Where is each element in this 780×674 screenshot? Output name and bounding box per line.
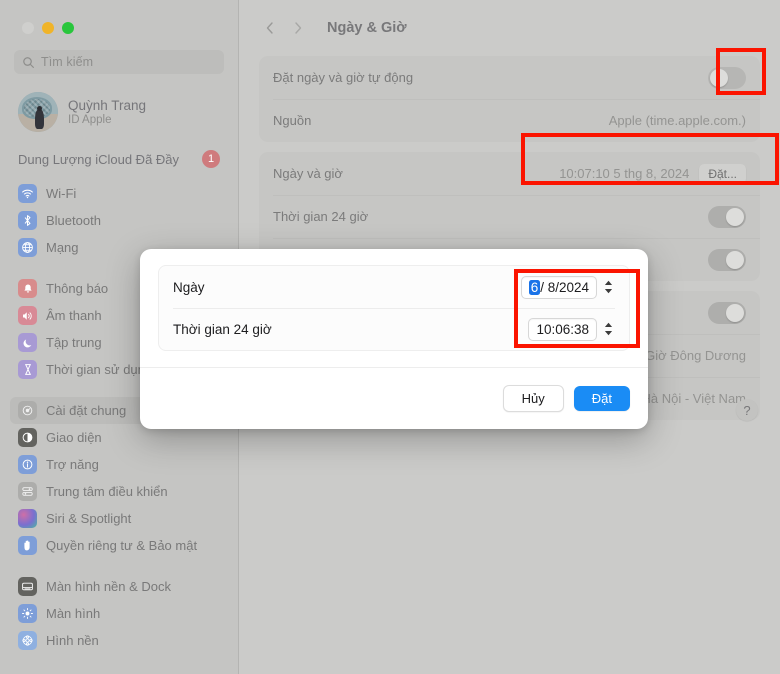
minimize-button[interactable] bbox=[42, 22, 54, 34]
row-date-and-time[interactable]: Ngày và giờ 10:07:10 5 thg 8, 2024 Đặt..… bbox=[259, 152, 760, 195]
privacy-hand-icon bbox=[18, 536, 37, 555]
auto-datetime-toggle[interactable] bbox=[708, 66, 746, 89]
gear-icon bbox=[18, 401, 37, 420]
lock-screen-24-hour-toggle[interactable] bbox=[708, 248, 746, 271]
close-button[interactable] bbox=[22, 22, 34, 34]
control-center-icon bbox=[18, 482, 37, 501]
sidebar-item-label: Siri & Spotlight bbox=[46, 511, 132, 526]
sidebar-item-wifi[interactable]: Wi-Fi bbox=[10, 180, 228, 207]
settings-card-auto-time: Đặt ngày và giờ tự động Nguồn Apple (tim… bbox=[259, 56, 760, 142]
timezone-name-value: Giờ Đông Dương bbox=[645, 348, 746, 363]
sidebar-item-control-center[interactable]: Trung tâm điều khiển bbox=[10, 478, 228, 505]
date-stepper[interactable]: 6/ 8/2024 bbox=[520, 275, 615, 299]
dialog-footer: Hủy Đặt bbox=[140, 367, 648, 429]
date-day-segment[interactable]: 6 bbox=[528, 279, 541, 295]
sidebar-item-label: Wi-Fi bbox=[46, 186, 77, 201]
wifi-icon bbox=[18, 184, 37, 203]
sidebar-item-label: Trung tâm điều khiển bbox=[46, 484, 168, 499]
system-settings-window: Tìm kiếm Quỳnh Trang ID Apple Dung Lượng… bbox=[0, 0, 780, 674]
time-value-segment[interactable]: 10:06:38 bbox=[536, 322, 589, 337]
sidebar-item-wallpaper[interactable]: Hình nền bbox=[10, 627, 228, 654]
moon-icon bbox=[18, 333, 37, 352]
cancel-button[interactable]: Hủy bbox=[502, 385, 564, 412]
account-name: Quỳnh Trang bbox=[68, 98, 147, 113]
siri-icon bbox=[18, 509, 37, 528]
time-source-value: Apple (time.apple.com.) bbox=[608, 113, 746, 128]
page-title: Ngày & Giờ bbox=[327, 20, 407, 36]
date-stepper-arrows[interactable] bbox=[602, 276, 615, 298]
row-label: Ngày và giờ bbox=[273, 166, 343, 181]
row-label: Thời gian 24 giờ bbox=[273, 209, 369, 224]
sidebar-item-label: Quyền riêng tư & Bảo mật bbox=[46, 538, 198, 553]
24-hour-time-toggle[interactable] bbox=[708, 205, 746, 228]
row-label: Nguồn bbox=[273, 113, 312, 128]
row-auto-datetime[interactable]: Đặt ngày và giờ tự động bbox=[259, 56, 760, 99]
network-globe-icon bbox=[18, 238, 37, 257]
sidebar-item-accessibility[interactable]: Trợ năng bbox=[10, 451, 228, 478]
sidebar-item-label: Cài đặt chung bbox=[46, 403, 127, 418]
dialog-row-date: Ngày 6/ 8/2024 bbox=[159, 266, 629, 308]
appearance-icon bbox=[18, 428, 37, 447]
date-rest-segment[interactable]: / 8/2024 bbox=[540, 280, 589, 295]
row-label: Đặt ngày và giờ tự động bbox=[273, 70, 414, 85]
zoom-button[interactable] bbox=[62, 22, 74, 34]
set-date-time-dialog: Ngày 6/ 8/2024 Thời gian 24 giờ 10:06:38 bbox=[140, 249, 648, 429]
sidebar-item-label: Bluetooth bbox=[46, 213, 101, 228]
search-icon bbox=[22, 56, 35, 69]
time-stepper[interactable]: 10:06:38 bbox=[528, 317, 615, 341]
row-time-source: Nguồn Apple (time.apple.com.) bbox=[259, 99, 760, 142]
row-24-hour-time[interactable]: Thời gian 24 giờ bbox=[259, 195, 760, 238]
dialog-row-time: Thời gian 24 giờ 10:06:38 bbox=[159, 308, 629, 350]
sidebar-group-desktop: Màn hình nền & Dock Màn hình Hình nền bbox=[0, 573, 238, 654]
account-row[interactable]: Quỳnh Trang ID Apple bbox=[14, 88, 224, 136]
sidebar-item-siri-spotlight[interactable]: Siri & Spotlight bbox=[10, 505, 228, 532]
account-subtitle: ID Apple bbox=[68, 114, 112, 126]
confirm-set-button[interactable]: Đặt bbox=[573, 386, 630, 411]
bluetooth-icon bbox=[18, 211, 37, 230]
sidebar-item-label: Hình nền bbox=[46, 633, 99, 648]
main-toolbar: Ngày & Giờ bbox=[239, 0, 780, 56]
search-input[interactable]: Tìm kiếm bbox=[14, 50, 224, 74]
bell-icon bbox=[18, 279, 37, 298]
dialog-date-label: Ngày bbox=[173, 279, 205, 295]
dialog-time-label: Thời gian 24 giờ bbox=[173, 321, 272, 337]
window-traffic-lights bbox=[0, 0, 238, 34]
sidebar-item-label: Màn hình bbox=[46, 606, 101, 621]
date-input[interactable]: 6/ 8/2024 bbox=[520, 275, 597, 299]
chevron-right-icon[interactable] bbox=[287, 17, 309, 39]
avatar bbox=[18, 92, 58, 132]
sidebar-item-label: Thời gian sử dụng bbox=[46, 362, 153, 377]
timezone-location-value: Hà Nội - Việt Nam bbox=[641, 391, 746, 406]
sidebar-item-label: Màn hình nền & Dock bbox=[46, 579, 172, 594]
dialog-fields-card: Ngày 6/ 8/2024 Thời gian 24 giờ 10:06:38 bbox=[158, 265, 630, 351]
icloud-storage-label: Dung Lượng iCloud Đã Đầy bbox=[18, 151, 180, 167]
help-button[interactable]: ? bbox=[736, 399, 758, 421]
display-brightness-icon bbox=[18, 604, 37, 623]
sidebar-item-label: Giao diện bbox=[46, 430, 102, 445]
status-badge: 1 bbox=[202, 150, 220, 168]
sidebar-item-desktop-dock[interactable]: Màn hình nền & Dock bbox=[10, 573, 228, 600]
speaker-icon bbox=[18, 306, 37, 325]
sidebar-item-bluetooth[interactable]: Bluetooth bbox=[10, 207, 228, 234]
wallpaper-icon bbox=[18, 631, 37, 650]
sidebar-item-label: Trợ năng bbox=[46, 457, 99, 472]
sidebar-item-displays[interactable]: Màn hình bbox=[10, 600, 228, 627]
accessibility-icon bbox=[18, 455, 37, 474]
hourglass-icon bbox=[18, 360, 37, 379]
sidebar-item-label: Âm thanh bbox=[46, 308, 102, 323]
icloud-storage-row[interactable]: Dung Lượng iCloud Đã Đầy 1 bbox=[18, 150, 220, 168]
sidebar-item-privacy-security[interactable]: Quyền riêng tư & Bảo mật bbox=[10, 532, 228, 559]
search-placeholder: Tìm kiếm bbox=[41, 55, 94, 69]
set-datetime-button[interactable]: Đặt... bbox=[699, 163, 746, 184]
sidebar-item-label: Tập trung bbox=[46, 335, 102, 350]
sidebar-item-label: Thông báo bbox=[46, 281, 109, 296]
chevron-left-icon[interactable] bbox=[259, 17, 281, 39]
auto-timezone-toggle[interactable] bbox=[708, 301, 746, 324]
current-datetime-value: 10:07:10 5 thg 8, 2024 bbox=[559, 166, 690, 181]
desktop-dock-icon bbox=[18, 577, 37, 596]
time-stepper-arrows[interactable] bbox=[602, 318, 615, 340]
time-input[interactable]: 10:06:38 bbox=[528, 317, 597, 341]
sidebar-item-label: Mạng bbox=[46, 240, 79, 255]
